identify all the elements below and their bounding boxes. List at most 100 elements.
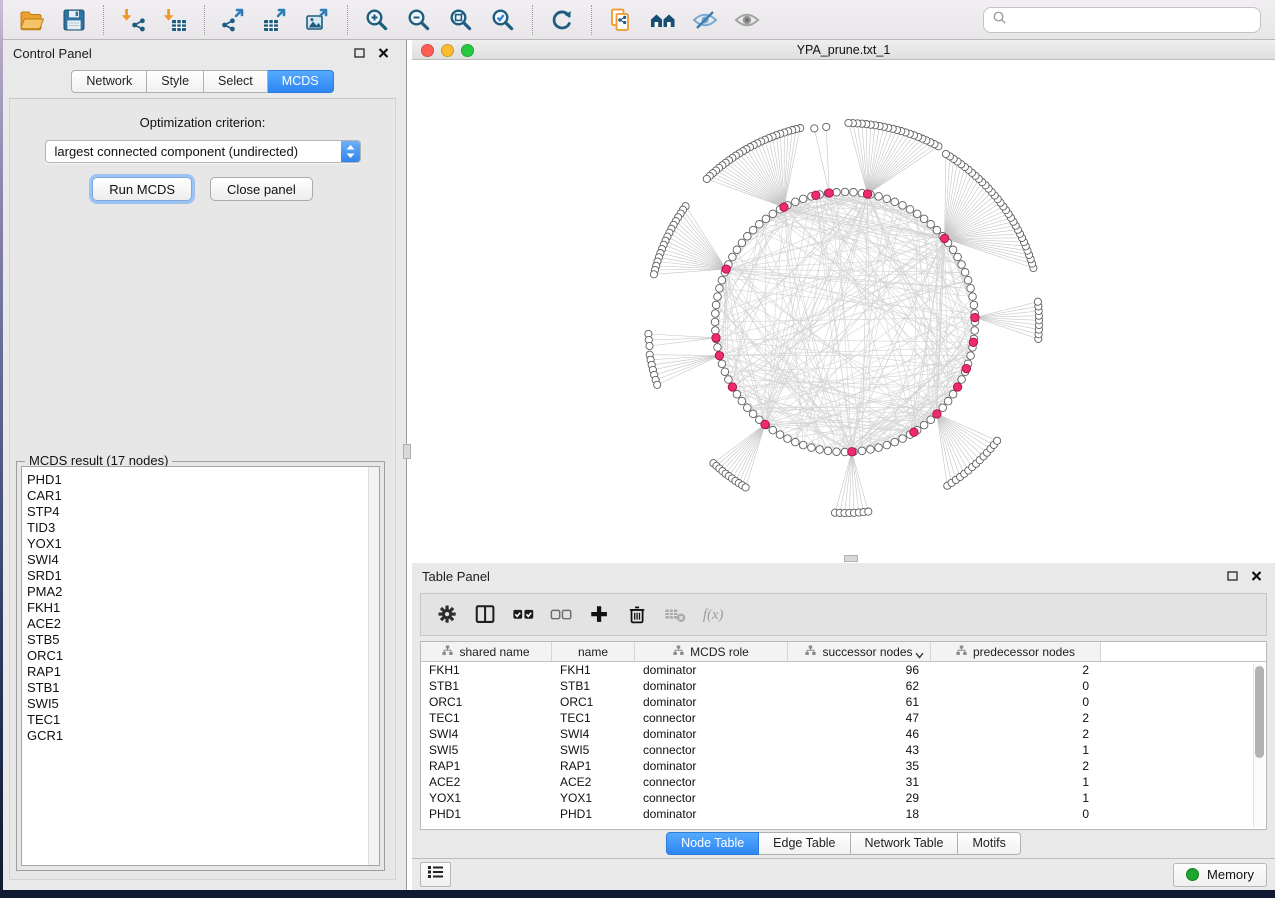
horizontal-splitter[interactable] — [412, 555, 1275, 563]
open-file-icon[interactable] — [14, 4, 50, 36]
first-neighbors-icon[interactable] — [645, 4, 681, 36]
table-row[interactable]: YOX1YOX1connector291 — [421, 790, 1266, 806]
column-header-MCDS-role[interactable]: MCDS role — [635, 642, 788, 661]
zoom-in-icon[interactable] — [359, 4, 395, 36]
mcds-result-item[interactable]: RAP1 — [27, 664, 379, 680]
column-header-name[interactable]: name — [552, 642, 635, 661]
tab-style[interactable]: Style — [147, 70, 204, 93]
tab-mcds[interactable]: MCDS — [268, 70, 334, 93]
column-header-successor-nodes[interactable]: successor nodes — [788, 642, 931, 661]
toolbar-separator — [103, 5, 104, 35]
table-row[interactable]: ACE2ACE2connector311 — [421, 774, 1266, 790]
show-all-icon[interactable] — [729, 4, 765, 36]
column-label: shared name — [459, 645, 529, 659]
cell-predecessor-nodes: 2 — [931, 711, 1101, 725]
settings-gear-icon[interactable] — [431, 598, 465, 632]
column-label: successor nodes — [822, 645, 912, 659]
mcds-result-item[interactable]: SRD1 — [27, 568, 379, 584]
search-input[interactable] — [983, 7, 1261, 33]
import-table-icon[interactable] — [157, 4, 193, 36]
mcds-result-item[interactable]: FKH1 — [27, 600, 379, 616]
column-header-predecessor-nodes[interactable]: predecessor nodes — [931, 642, 1101, 661]
deselect-all-icon[interactable] — [545, 598, 579, 632]
select-all-icon[interactable] — [507, 598, 541, 632]
vertical-splitter[interactable] — [402, 40, 412, 890]
run-mcds-button[interactable]: Run MCDS — [92, 177, 192, 201]
mcds-result-item[interactable]: STB5 — [27, 632, 379, 648]
float-panel-icon[interactable] — [350, 45, 368, 61]
cell-predecessor-nodes: 0 — [931, 807, 1101, 821]
split-panel-icon[interactable] — [469, 598, 503, 632]
close-window-icon[interactable] — [421, 44, 434, 57]
copy-network-icon[interactable] — [603, 4, 639, 36]
export-image-icon[interactable] — [300, 4, 336, 36]
function-builder-icon[interactable]: f(x) — [697, 598, 731, 632]
hide-selected-icon[interactable] — [687, 4, 723, 36]
column-label: MCDS role — [690, 645, 749, 659]
mcds-result-item[interactable]: CAR1 — [27, 488, 379, 504]
mcds-result-item[interactable]: ORC1 — [27, 648, 379, 664]
mcds-result-item[interactable]: TEC1 — [27, 712, 379, 728]
close-table-panel-icon[interactable] — [1247, 568, 1265, 584]
maximize-window-icon[interactable] — [461, 44, 474, 57]
table-row[interactable]: SWI5SWI5connector431 — [421, 742, 1266, 758]
add-column-icon[interactable] — [583, 598, 617, 632]
mcds-result-item[interactable]: PMA2 — [27, 584, 379, 600]
mcds-result-item[interactable]: GCR1 — [27, 728, 379, 744]
zoom-selected-icon[interactable] — [485, 4, 521, 36]
save-session-icon[interactable] — [56, 4, 92, 36]
mcds-result-item[interactable]: SWI5 — [27, 696, 379, 712]
network-graph[interactable] — [412, 60, 1275, 553]
network-window-titlebar: YPA_prune.txt_1 — [412, 40, 1275, 60]
table-row[interactable]: FKH1FKH1dominator962 — [421, 662, 1266, 678]
task-history-button[interactable] — [420, 862, 451, 887]
optimization-criterion-select[interactable]: largest connected component (undirected) — [45, 140, 361, 163]
minimize-window-icon[interactable] — [441, 44, 454, 57]
close-panel-button[interactable]: Close panel — [210, 177, 313, 201]
table-row[interactable]: RAP1RAP1dominator352 — [421, 758, 1266, 774]
mcds-result-item[interactable]: ACE2 — [27, 616, 379, 632]
table-row[interactable]: SWI4SWI4dominator462 — [421, 726, 1266, 742]
mcds-result-item[interactable]: SWI4 — [27, 552, 379, 568]
mcds-result-item[interactable]: TID3 — [27, 520, 379, 536]
cell-shared-name: RAP1 — [421, 759, 552, 773]
refresh-icon[interactable] — [544, 4, 580, 36]
export-table-icon[interactable] — [258, 4, 294, 36]
delete-table-icon[interactable] — [659, 598, 693, 632]
mcds-result-item[interactable]: STP4 — [27, 504, 379, 520]
memory-label: Memory — [1207, 867, 1254, 882]
cell-predecessor-nodes: 1 — [931, 743, 1101, 757]
tab-network-table[interactable]: Network Table — [851, 832, 959, 855]
table-scrollbar-thumb[interactable] — [1255, 666, 1264, 758]
zoom-out-icon[interactable] — [401, 4, 437, 36]
column-network-icon — [805, 645, 816, 659]
export-network-icon[interactable] — [216, 4, 252, 36]
float-table-panel-icon[interactable] — [1223, 568, 1241, 584]
column-header-shared-name[interactable]: shared name — [421, 642, 552, 661]
vertical-splitter-handle[interactable] — [403, 444, 411, 459]
tab-edge-table[interactable]: Edge Table — [759, 832, 850, 855]
mcds-result-item[interactable]: YOX1 — [27, 536, 379, 552]
mcds-result-list[interactable]: PHD1CAR1STP4TID3YOX1SWI4SRD1PMA2FKH1ACE2… — [21, 466, 380, 866]
delete-column-icon[interactable] — [621, 598, 655, 632]
tab-network[interactable]: Network — [71, 70, 147, 93]
tab-motifs[interactable]: Motifs — [958, 832, 1020, 855]
table-scrollbar[interactable] — [1253, 664, 1264, 827]
result-list-scrollbar[interactable] — [368, 467, 379, 865]
table-row[interactable]: STB1STB1dominator620 — [421, 678, 1266, 694]
mcds-result-item[interactable]: STB1 — [27, 680, 379, 696]
cell-successor-nodes: 31 — [788, 775, 931, 789]
table-row[interactable]: TEC1TEC1connector472 — [421, 710, 1266, 726]
close-panel-icon[interactable] — [374, 45, 392, 61]
tab-select[interactable]: Select — [204, 70, 268, 93]
zoom-fit-icon[interactable] — [443, 4, 479, 36]
import-network-icon[interactable] — [115, 4, 151, 36]
table-row[interactable]: PHD1PHD1dominator180 — [421, 806, 1266, 822]
memory-button[interactable]: Memory — [1173, 863, 1267, 887]
mcds-result-item[interactable]: PHD1 — [27, 472, 379, 488]
network-canvas[interactable] — [412, 60, 1275, 555]
node-table[interactable]: shared name name MCDS role successor nodes p… — [420, 641, 1267, 830]
table-row[interactable]: ORC1ORC1dominator610 — [421, 694, 1266, 710]
horizontal-splitter-handle[interactable] — [844, 555, 858, 562]
tab-node-table[interactable]: Node Table — [666, 832, 759, 855]
